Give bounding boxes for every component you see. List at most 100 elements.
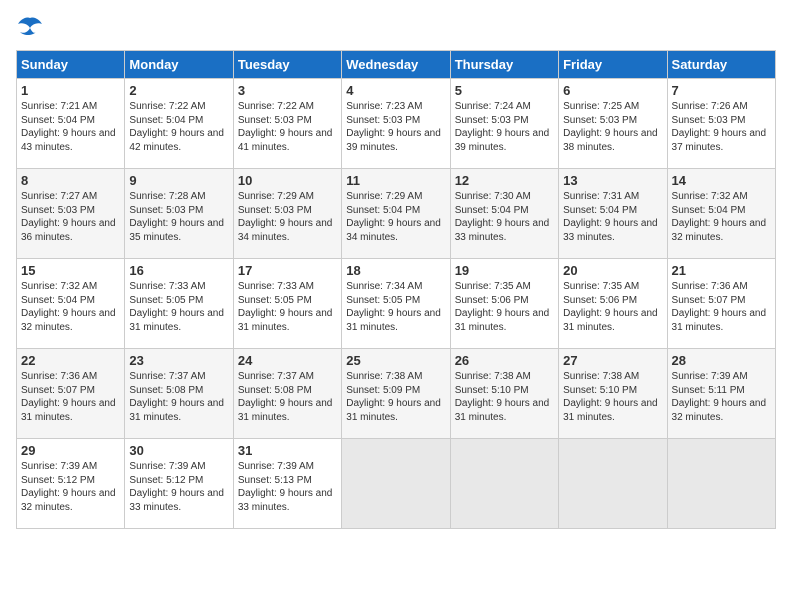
day-number: 26 (455, 353, 554, 368)
day-number: 10 (238, 173, 337, 188)
day-number: 16 (129, 263, 228, 278)
calendar-cell: 20 Sunrise: 7:35 AM Sunset: 5:06 PM Dayl… (559, 259, 667, 349)
calendar-cell: 29 Sunrise: 7:39 AM Sunset: 5:12 PM Dayl… (17, 439, 125, 529)
day-info: Sunrise: 7:26 AM Sunset: 5:03 PM Dayligh… (672, 100, 771, 154)
day-info: Sunrise: 7:27 AM Sunset: 5:03 PM Dayligh… (21, 190, 120, 244)
day-number: 18 (346, 263, 445, 278)
day-header-tuesday: Tuesday (233, 51, 341, 79)
calendar-cell: 2 Sunrise: 7:22 AM Sunset: 5:04 PM Dayli… (125, 79, 233, 169)
calendar-cell: 27 Sunrise: 7:38 AM Sunset: 5:10 PM Dayl… (559, 349, 667, 439)
day-info: Sunrise: 7:37 AM Sunset: 5:08 PM Dayligh… (238, 370, 337, 424)
day-number: 13 (563, 173, 662, 188)
calendar-cell: 13 Sunrise: 7:31 AM Sunset: 5:04 PM Dayl… (559, 169, 667, 259)
calendar-body: 1 Sunrise: 7:21 AM Sunset: 5:04 PM Dayli… (17, 79, 776, 529)
calendar-cell: 17 Sunrise: 7:33 AM Sunset: 5:05 PM Dayl… (233, 259, 341, 349)
day-number: 29 (21, 443, 120, 458)
calendar-cell: 30 Sunrise: 7:39 AM Sunset: 5:12 PM Dayl… (125, 439, 233, 529)
day-info: Sunrise: 7:29 AM Sunset: 5:03 PM Dayligh… (238, 190, 337, 244)
day-number: 12 (455, 173, 554, 188)
calendar-cell: 12 Sunrise: 7:30 AM Sunset: 5:04 PM Dayl… (450, 169, 558, 259)
day-info: Sunrise: 7:38 AM Sunset: 5:10 PM Dayligh… (563, 370, 662, 424)
day-number: 31 (238, 443, 337, 458)
calendar-cell: 15 Sunrise: 7:32 AM Sunset: 5:04 PM Dayl… (17, 259, 125, 349)
logo (16, 16, 48, 38)
day-number: 11 (346, 173, 445, 188)
calendar-cell: 6 Sunrise: 7:25 AM Sunset: 5:03 PM Dayli… (559, 79, 667, 169)
day-info: Sunrise: 7:37 AM Sunset: 5:08 PM Dayligh… (129, 370, 228, 424)
calendar-cell: 1 Sunrise: 7:21 AM Sunset: 5:04 PM Dayli… (17, 79, 125, 169)
day-info: Sunrise: 7:39 AM Sunset: 5:12 PM Dayligh… (21, 460, 120, 514)
calendar-week-row: 15 Sunrise: 7:32 AM Sunset: 5:04 PM Dayl… (17, 259, 776, 349)
day-info: Sunrise: 7:21 AM Sunset: 5:04 PM Dayligh… (21, 100, 120, 154)
day-number: 4 (346, 83, 445, 98)
calendar-cell (450, 439, 558, 529)
day-info: Sunrise: 7:35 AM Sunset: 5:06 PM Dayligh… (455, 280, 554, 334)
calendar-cell: 14 Sunrise: 7:32 AM Sunset: 5:04 PM Dayl… (667, 169, 775, 259)
calendar-cell: 5 Sunrise: 7:24 AM Sunset: 5:03 PM Dayli… (450, 79, 558, 169)
day-number: 14 (672, 173, 771, 188)
calendar-cell: 10 Sunrise: 7:29 AM Sunset: 5:03 PM Dayl… (233, 169, 341, 259)
day-info: Sunrise: 7:39 AM Sunset: 5:13 PM Dayligh… (238, 460, 337, 514)
day-info: Sunrise: 7:28 AM Sunset: 5:03 PM Dayligh… (129, 190, 228, 244)
day-info: Sunrise: 7:25 AM Sunset: 5:03 PM Dayligh… (563, 100, 662, 154)
logo-bird-icon (16, 16, 44, 38)
calendar-cell: 23 Sunrise: 7:37 AM Sunset: 5:08 PM Dayl… (125, 349, 233, 439)
day-number: 20 (563, 263, 662, 278)
day-number: 2 (129, 83, 228, 98)
calendar-cell: 28 Sunrise: 7:39 AM Sunset: 5:11 PM Dayl… (667, 349, 775, 439)
day-info: Sunrise: 7:38 AM Sunset: 5:09 PM Dayligh… (346, 370, 445, 424)
day-header-sunday: Sunday (17, 51, 125, 79)
day-info: Sunrise: 7:38 AM Sunset: 5:10 PM Dayligh… (455, 370, 554, 424)
calendar-cell: 16 Sunrise: 7:33 AM Sunset: 5:05 PM Dayl… (125, 259, 233, 349)
day-info: Sunrise: 7:35 AM Sunset: 5:06 PM Dayligh… (563, 280, 662, 334)
calendar-cell: 25 Sunrise: 7:38 AM Sunset: 5:09 PM Dayl… (342, 349, 450, 439)
day-info: Sunrise: 7:24 AM Sunset: 5:03 PM Dayligh… (455, 100, 554, 154)
day-header-friday: Friday (559, 51, 667, 79)
day-info: Sunrise: 7:36 AM Sunset: 5:07 PM Dayligh… (21, 370, 120, 424)
calendar-cell: 4 Sunrise: 7:23 AM Sunset: 5:03 PM Dayli… (342, 79, 450, 169)
calendar-week-row: 29 Sunrise: 7:39 AM Sunset: 5:12 PM Dayl… (17, 439, 776, 529)
day-info: Sunrise: 7:30 AM Sunset: 5:04 PM Dayligh… (455, 190, 554, 244)
day-number: 24 (238, 353, 337, 368)
calendar-table: SundayMondayTuesdayWednesdayThursdayFrid… (16, 50, 776, 529)
day-info: Sunrise: 7:31 AM Sunset: 5:04 PM Dayligh… (563, 190, 662, 244)
day-info: Sunrise: 7:36 AM Sunset: 5:07 PM Dayligh… (672, 280, 771, 334)
day-number: 21 (672, 263, 771, 278)
calendar-cell (559, 439, 667, 529)
day-number: 25 (346, 353, 445, 368)
day-number: 27 (563, 353, 662, 368)
calendar-cell: 18 Sunrise: 7:34 AM Sunset: 5:05 PM Dayl… (342, 259, 450, 349)
calendar-cell (667, 439, 775, 529)
day-header-thursday: Thursday (450, 51, 558, 79)
day-number: 17 (238, 263, 337, 278)
calendar-cell: 7 Sunrise: 7:26 AM Sunset: 5:03 PM Dayli… (667, 79, 775, 169)
day-info: Sunrise: 7:39 AM Sunset: 5:12 PM Dayligh… (129, 460, 228, 514)
day-info: Sunrise: 7:39 AM Sunset: 5:11 PM Dayligh… (672, 370, 771, 424)
day-info: Sunrise: 7:34 AM Sunset: 5:05 PM Dayligh… (346, 280, 445, 334)
calendar-cell: 21 Sunrise: 7:36 AM Sunset: 5:07 PM Dayl… (667, 259, 775, 349)
day-number: 3 (238, 83, 337, 98)
calendar-cell: 26 Sunrise: 7:38 AM Sunset: 5:10 PM Dayl… (450, 349, 558, 439)
day-info: Sunrise: 7:33 AM Sunset: 5:05 PM Dayligh… (129, 280, 228, 334)
calendar-cell: 24 Sunrise: 7:37 AM Sunset: 5:08 PM Dayl… (233, 349, 341, 439)
day-number: 30 (129, 443, 228, 458)
day-number: 28 (672, 353, 771, 368)
day-number: 15 (21, 263, 120, 278)
calendar-cell (342, 439, 450, 529)
day-number: 6 (563, 83, 662, 98)
day-number: 22 (21, 353, 120, 368)
day-number: 9 (129, 173, 228, 188)
calendar-header-row: SundayMondayTuesdayWednesdayThursdayFrid… (17, 51, 776, 79)
calendar-week-row: 22 Sunrise: 7:36 AM Sunset: 5:07 PM Dayl… (17, 349, 776, 439)
calendar-cell: 19 Sunrise: 7:35 AM Sunset: 5:06 PM Dayl… (450, 259, 558, 349)
calendar-cell: 8 Sunrise: 7:27 AM Sunset: 5:03 PM Dayli… (17, 169, 125, 259)
day-header-monday: Monday (125, 51, 233, 79)
calendar-cell: 11 Sunrise: 7:29 AM Sunset: 5:04 PM Dayl… (342, 169, 450, 259)
day-info: Sunrise: 7:23 AM Sunset: 5:03 PM Dayligh… (346, 100, 445, 154)
day-header-saturday: Saturday (667, 51, 775, 79)
day-number: 1 (21, 83, 120, 98)
calendar-cell: 3 Sunrise: 7:22 AM Sunset: 5:03 PM Dayli… (233, 79, 341, 169)
day-info: Sunrise: 7:33 AM Sunset: 5:05 PM Dayligh… (238, 280, 337, 334)
day-number: 8 (21, 173, 120, 188)
calendar-cell: 22 Sunrise: 7:36 AM Sunset: 5:07 PM Dayl… (17, 349, 125, 439)
